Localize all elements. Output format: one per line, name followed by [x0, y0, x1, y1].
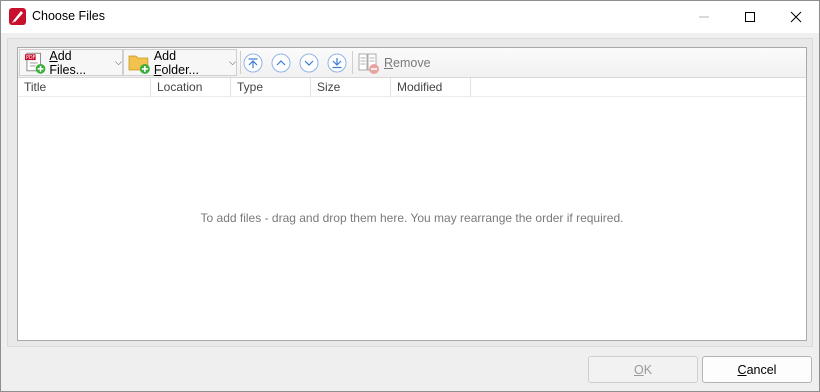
empty-list-message: To add files - drag and drop them here. … — [200, 211, 624, 225]
add-folder-button[interactable]: Add Folder... ⌵ — [123, 48, 237, 77]
title-bar: Choose Files — [1, 1, 819, 33]
move-down-icon[interactable] — [299, 53, 319, 73]
column-header-size[interactable]: Size — [311, 78, 391, 97]
ok-button[interactable]: OK — [588, 356, 698, 383]
move-to-top-icon[interactable] — [243, 53, 263, 73]
maximize-icon — [745, 12, 755, 22]
maximize-button[interactable] — [727, 1, 773, 33]
toolbar-separator — [352, 51, 353, 74]
cancel-label: Cancel — [737, 362, 777, 377]
column-header-location[interactable]: Location — [151, 78, 231, 97]
minimize-icon — [699, 16, 709, 18]
add-folder-icon — [128, 55, 150, 74]
remove-label: Remove — [384, 55, 431, 70]
move-to-bottom-icon[interactable] — [327, 53, 347, 73]
ok-label: OK — [633, 362, 653, 377]
remove-button[interactable]: Remove — [357, 49, 435, 76]
column-headers: Title Location Type Size Modified — [18, 78, 806, 97]
add-files-button[interactable]: PDF Add Files... ⌵ — [19, 48, 123, 77]
file-toolbar: PDF Add Files... ⌵ Add Folder... ⌵ Remov… — [18, 48, 806, 78]
toolbar-separator — [240, 51, 241, 74]
file-list-container: PDF Add Files... ⌵ Add Folder... ⌵ Remov… — [17, 47, 807, 341]
window-title: Choose Files — [32, 9, 105, 23]
cancel-button[interactable]: Cancel — [702, 356, 812, 383]
close-icon — [790, 11, 802, 23]
minimize-button[interactable] — [681, 1, 727, 33]
add-folder-label: Add Folder... — [153, 48, 199, 77]
move-up-icon[interactable] — [271, 53, 291, 73]
add-files-label: Add Files... — [49, 48, 87, 77]
chevron-down-icon[interactable]: ⌵ — [229, 57, 236, 68]
app-logo-icon — [9, 8, 26, 25]
column-header-modified[interactable]: Modified — [391, 78, 471, 97]
chevron-down-icon[interactable]: ⌵ — [115, 57, 122, 68]
choose-files-dialog: Choose Files PDF Add Files... ⌵ Add Fold… — [0, 0, 820, 392]
svg-text:PDF: PDF — [26, 55, 36, 61]
column-header-title[interactable]: Title — [18, 78, 151, 97]
add-pdf-file-icon: PDF — [24, 52, 46, 74]
remove-file-icon — [358, 53, 379, 74]
column-header-type[interactable]: Type — [231, 78, 311, 97]
files-panel: PDF Add Files... ⌵ Add Folder... ⌵ Remov… — [7, 38, 813, 347]
close-button[interactable] — [773, 1, 819, 33]
